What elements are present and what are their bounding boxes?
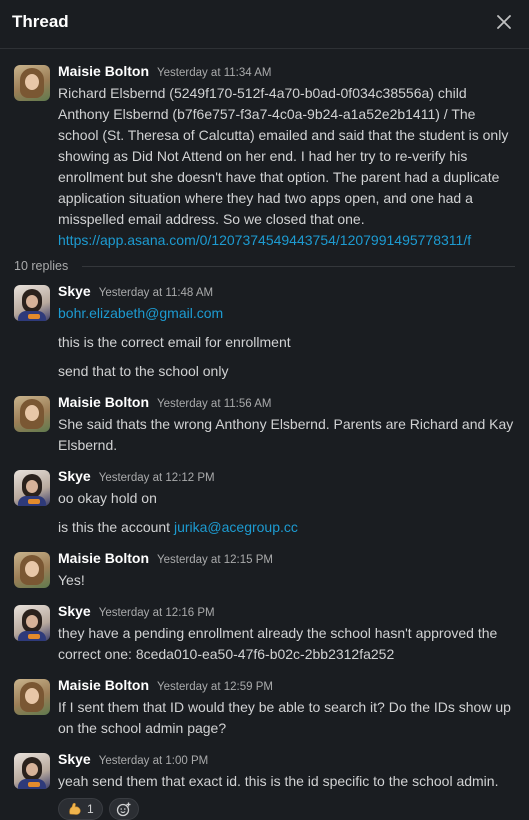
message-author[interactable]: Maisie Bolton [58, 550, 149, 566]
avatar[interactable] [14, 753, 50, 789]
message-timestamp[interactable]: Yesterday at 1:00 PM [99, 755, 209, 767]
message-text: send that to the school only [58, 363, 229, 379]
email-link[interactable]: bohr.elizabeth@gmail.com [58, 305, 223, 321]
add-reaction-button[interactable] [108, 798, 139, 820]
reaction-pill[interactable]: 1 [58, 798, 103, 820]
message-author[interactable]: Skye [58, 751, 91, 767]
message-text: is this the account jurika@acegroup.cc [58, 517, 515, 538]
list-item[interactable]: Skye Yesterday at 12:12 PM oo okay hold … [0, 468, 529, 538]
avatar[interactable] [14, 679, 50, 715]
list-item[interactable]: Maisie Bolton Yesterday at 12:59 PM If I… [0, 677, 529, 739]
message-author[interactable]: Maisie Bolton [58, 394, 149, 410]
message-text-prefix: is this the account [58, 519, 174, 535]
thread-header: Thread [0, 0, 529, 44]
parent-message[interactable]: Maisie Bolton Yesterday at 11:34 AM Rich… [0, 63, 529, 251]
message-timestamp[interactable]: Yesterday at 11:48 AM [99, 287, 213, 299]
add-reaction-icon [116, 802, 131, 817]
message-author[interactable]: Skye [58, 603, 91, 619]
avatar[interactable] [14, 65, 50, 101]
thread-panel: Thread Maisie Bolton Yesterday at 11:34 … [0, 0, 529, 820]
reactions-bar: 1 [58, 798, 515, 820]
message-timestamp[interactable]: Yesterday at 12:59 PM [157, 681, 273, 693]
list-item[interactable]: Skye Yesterday at 1:00 PM yeah send them… [0, 751, 529, 820]
message-text: If I sent them that ID would they be abl… [58, 699, 515, 736]
message-text: She said thats the wrong Anthony Elsbern… [58, 416, 518, 453]
email-link[interactable]: jurika@acegroup.cc [174, 519, 298, 535]
message-author[interactable]: Skye [58, 468, 91, 484]
message-text: yeah send them that exact id. this is th… [58, 773, 499, 789]
message-timestamp[interactable]: Yesterday at 12:12 PM [99, 472, 215, 484]
avatar[interactable] [14, 396, 50, 432]
avatar[interactable] [14, 470, 50, 506]
list-item[interactable]: Maisie Bolton Yesterday at 11:56 AM She … [0, 394, 529, 456]
reaction-count: 1 [87, 802, 94, 816]
message-text: oo okay hold on [58, 490, 157, 506]
message-text: this is the correct email for enrollment [58, 334, 291, 350]
message-author[interactable]: Maisie Bolton [58, 677, 149, 693]
message-author[interactable]: Skye [58, 283, 91, 299]
flexed-biceps-icon [69, 802, 81, 815]
message-list: Maisie Bolton Yesterday at 11:34 AM Rich… [0, 49, 529, 820]
list-item[interactable]: Skye Yesterday at 11:48 AM bohr.elizabet… [0, 283, 529, 382]
avatar[interactable] [14, 552, 50, 588]
message-author[interactable]: Maisie Bolton [58, 63, 149, 79]
list-item[interactable]: Skye Yesterday at 12:16 PM they have a p… [0, 603, 529, 665]
close-icon[interactable] [496, 14, 512, 30]
reply-count-divider: 10 replies [0, 259, 529, 273]
list-item[interactable]: Maisie Bolton Yesterday at 12:15 PM Yes! [0, 550, 529, 591]
close-button[interactable] [491, 9, 517, 35]
message-text: Yes! [58, 572, 85, 588]
reply-count: 10 replies [14, 259, 69, 273]
asana-link[interactable]: https://app.asana.com/0/1207374549443754… [58, 232, 471, 248]
avatar[interactable] [14, 285, 50, 321]
message-timestamp[interactable]: Yesterday at 12:15 PM [157, 554, 273, 566]
message-text: Richard Elsbernd (5249f170-512f-4a70-b0a… [58, 85, 513, 227]
thread-title: Thread [12, 12, 69, 31]
avatar[interactable] [14, 605, 50, 641]
message-timestamp[interactable]: Yesterday at 11:34 AM [157, 67, 271, 79]
message-timestamp[interactable]: Yesterday at 11:56 AM [157, 398, 271, 410]
message-text: they have a pending enrollment already t… [58, 625, 502, 662]
message-timestamp[interactable]: Yesterday at 12:16 PM [99, 607, 215, 619]
